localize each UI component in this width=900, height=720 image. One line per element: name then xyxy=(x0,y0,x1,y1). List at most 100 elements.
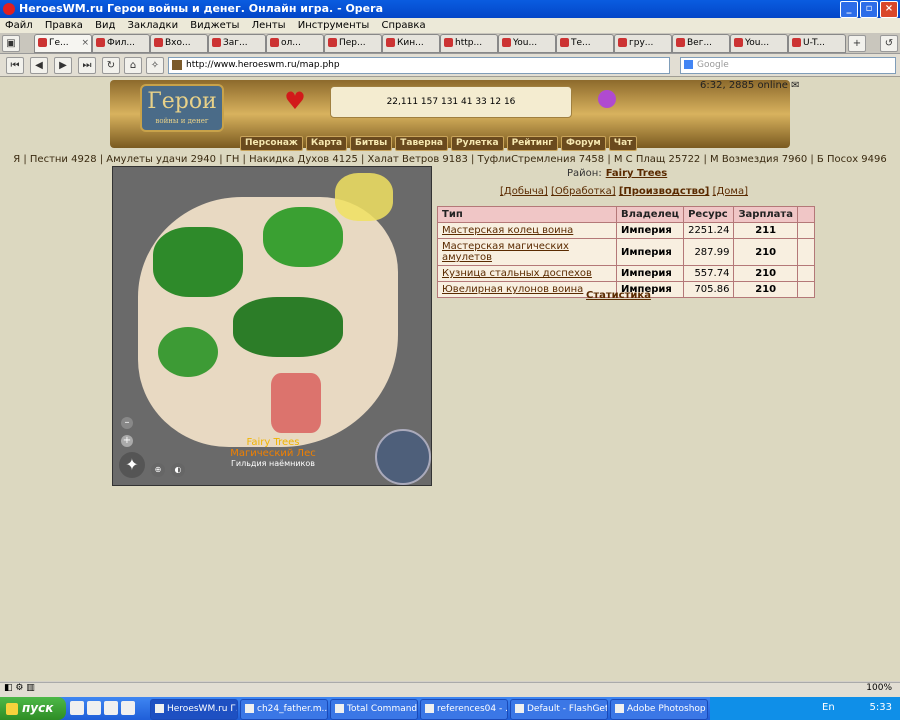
building-link[interactable]: Мастерская магических амулетов xyxy=(442,241,569,263)
rewind-icon[interactable]: ⏮ xyxy=(6,57,24,74)
filter-houses[interactable]: [Дома] xyxy=(713,186,748,197)
tab-item[interactable]: Кин... xyxy=(382,34,440,53)
tab-item[interactable]: Пер... xyxy=(324,34,382,53)
task-icon xyxy=(245,704,254,713)
map-name-ru: Магический Лес xyxy=(230,448,316,459)
nav-forum[interactable]: Форум xyxy=(561,136,606,151)
fast-forward-icon[interactable]: ⏭ xyxy=(78,57,96,74)
map-navigation-dial[interactable] xyxy=(375,429,431,485)
tab-item[interactable]: гру... xyxy=(614,34,672,53)
menu-widgets[interactable]: Виджеты xyxy=(190,20,239,31)
search-input[interactable]: Google xyxy=(680,57,896,74)
tab-item[interactable]: Фил... xyxy=(92,34,150,53)
page-content: Герои войны и денег ♥ 22,111 157 131 41 3… xyxy=(0,77,900,681)
menu-tools[interactable]: Инструменты xyxy=(298,20,370,31)
statistics-link[interactable]: Статистика xyxy=(586,290,651,301)
back-icon[interactable]: ◀ xyxy=(30,57,48,74)
menu-bookmarks[interactable]: Закладки xyxy=(128,20,179,31)
tab-bar: ▣ Ге... × Фил... Вхо... Заг... ол... Пер.… xyxy=(0,33,900,54)
maximize-button[interactable]: ▫ xyxy=(860,1,878,18)
tab-item[interactable]: Заг... xyxy=(208,34,266,53)
cell-resource: 287.99 xyxy=(683,238,735,266)
filter-production[interactable]: [Производство] xyxy=(619,186,710,197)
forward-icon[interactable]: ▶ xyxy=(54,57,72,74)
taskbar-item[interactable]: Adobe Photoshop xyxy=(610,699,708,720)
tab-item[interactable]: Те... xyxy=(556,34,614,53)
building-link[interactable]: Мастерская колец воина xyxy=(442,225,573,236)
map-forest xyxy=(233,297,343,357)
tab-item[interactable]: http... xyxy=(440,34,498,53)
start-button[interactable]: пуск xyxy=(0,697,66,720)
panel-toggle-icon[interactable]: ▣ xyxy=(2,35,20,52)
favicon-icon xyxy=(734,38,743,47)
tab-item[interactable]: U-T... xyxy=(788,34,846,53)
taskbar-item[interactable]: Default - FlashGet xyxy=(510,699,608,720)
quicklaunch-icon[interactable] xyxy=(104,701,118,715)
tab-item[interactable]: Вхо... xyxy=(150,34,208,53)
nav-roulette[interactable]: Рулетка xyxy=(451,136,504,151)
map-forest xyxy=(153,227,243,297)
compass-icon[interactable]: ✦ xyxy=(119,452,145,478)
tab-heroes[interactable]: Ге... × xyxy=(34,34,92,53)
minimize-button[interactable]: _ xyxy=(840,1,858,18)
menu-help[interactable]: Справка xyxy=(382,20,426,31)
tab-item[interactable]: Вег... xyxy=(672,34,730,53)
status-icons[interactable]: ◧ ⚙ ▥ xyxy=(4,683,35,693)
taskbar-item-opera[interactable]: HeroesWM.ru Г... xyxy=(150,699,238,720)
window-titlebar: HeroesWM.ru Герои войны и денег. Онлайн … xyxy=(0,0,900,18)
quick-launch xyxy=(70,701,135,715)
zoom-in-button[interactable]: + xyxy=(121,435,133,447)
menu-file[interactable]: Файл xyxy=(5,20,33,31)
quicklaunch-icon[interactable] xyxy=(70,701,84,715)
map-control-icon[interactable]: ⊕ xyxy=(151,463,165,477)
favicon-icon xyxy=(270,38,279,47)
taskbar-item[interactable]: Total Command... xyxy=(330,699,418,720)
filter-extraction[interactable]: [Добыча] xyxy=(500,186,548,197)
map-guild: Гильдия наёмников xyxy=(231,459,315,468)
zoom-level[interactable]: 100% xyxy=(866,683,892,693)
menu-edit[interactable]: Правка xyxy=(45,20,83,31)
filter-processing[interactable]: [Обработка] xyxy=(551,186,616,197)
nav-map[interactable]: Карта xyxy=(305,136,348,151)
close-button[interactable]: × xyxy=(880,1,898,18)
tab-item[interactable]: ол... xyxy=(266,34,324,53)
quicklaunch-icon[interactable] xyxy=(121,701,135,715)
world-map[interactable]: Fairy Trees Магический Лес Гильдия наёмн… xyxy=(112,166,432,486)
envelope-icon[interactable]: ✉ xyxy=(791,80,799,91)
col-type: Тип xyxy=(437,206,617,223)
home-icon[interactable]: ⌂ xyxy=(124,57,142,74)
district-link[interactable]: Fairy Trees xyxy=(606,168,668,179)
taskbar-item[interactable]: ch24_father.m... xyxy=(240,699,328,720)
building-link[interactable]: Ювелирная кулонов воина xyxy=(442,284,583,295)
menu-feeds[interactable]: Ленты xyxy=(252,20,286,31)
tab-close-icon[interactable]: × xyxy=(81,35,89,52)
cell-salary: 210 xyxy=(733,265,798,282)
nav-rating[interactable]: Рейтинг xyxy=(506,136,559,151)
closed-tabs-icon[interactable]: ↺ xyxy=(880,35,898,52)
cell-resource: 557.74 xyxy=(683,265,735,282)
taskbar-item[interactable]: references04 - ... xyxy=(420,699,508,720)
address-field[interactable]: http://www.heroeswm.ru/map.php xyxy=(168,57,670,74)
favicon-icon xyxy=(502,38,511,47)
tab-item[interactable]: You... xyxy=(498,34,556,53)
game-logo[interactable]: Герои войны и денег xyxy=(140,84,224,132)
map-sector-current[interactable] xyxy=(271,373,321,433)
menu-view[interactable]: Вид xyxy=(95,20,115,31)
task-icon xyxy=(425,704,434,713)
map-control-icon[interactable]: ◐ xyxy=(171,463,185,477)
favicon-icon xyxy=(154,38,163,47)
nav-battles[interactable]: Битвы xyxy=(350,136,393,151)
wand-icon[interactable]: ✧ xyxy=(146,57,164,74)
zoom-out-button[interactable]: – xyxy=(121,417,133,429)
nav-tavern[interactable]: Таверна xyxy=(395,136,448,151)
quicklaunch-icon[interactable] xyxy=(87,701,101,715)
new-tab-icon[interactable]: + xyxy=(848,35,866,52)
map-sector-highlight[interactable] xyxy=(335,173,393,221)
reload-icon[interactable]: ↻ xyxy=(102,57,120,74)
nav-chat[interactable]: Чат xyxy=(608,136,638,151)
tab-item[interactable]: You... xyxy=(730,34,788,53)
cell-resource: 705.86 xyxy=(683,281,735,298)
nav-character[interactable]: Персонаж xyxy=(240,136,303,151)
language-indicator[interactable]: En xyxy=(822,702,835,713)
building-link[interactable]: Кузница стальных доспехов xyxy=(442,268,592,279)
